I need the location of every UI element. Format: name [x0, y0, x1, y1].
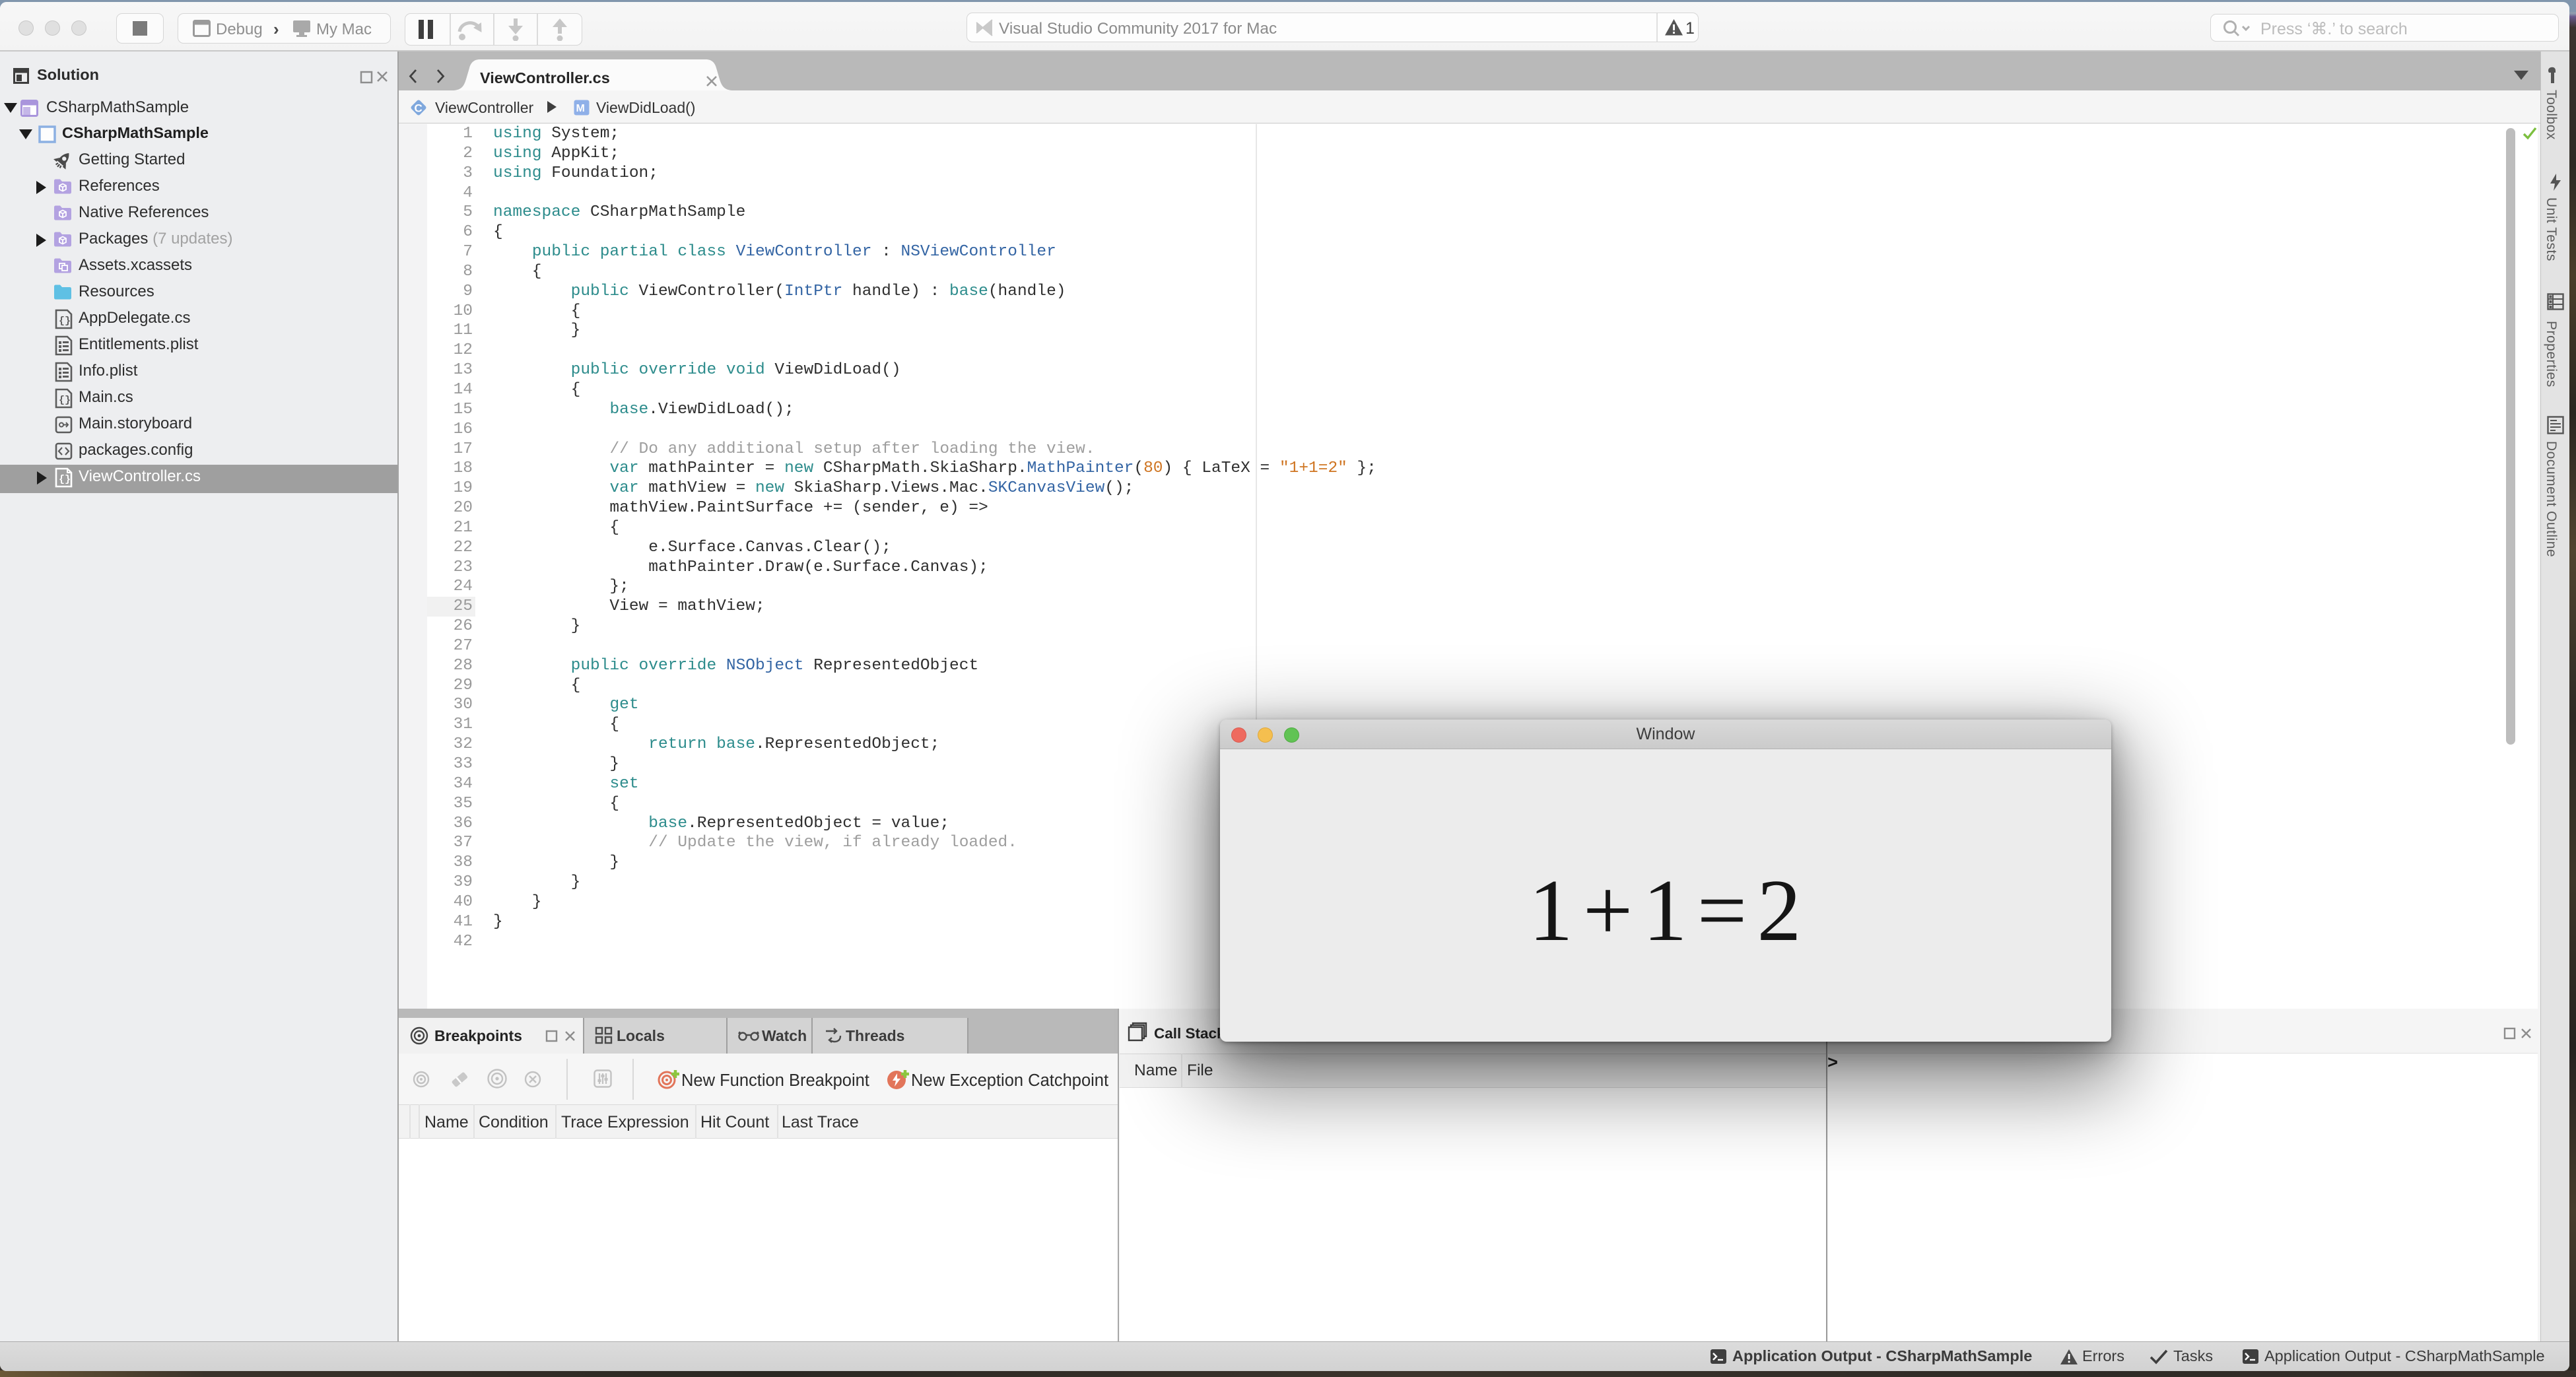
svg-text:{}: {}	[59, 395, 71, 406]
svg-text:{}: {}	[59, 474, 71, 485]
svg-text:{}: {}	[59, 316, 71, 327]
svg-text:C: C	[415, 102, 423, 115]
svg-text:M: M	[576, 103, 585, 114]
